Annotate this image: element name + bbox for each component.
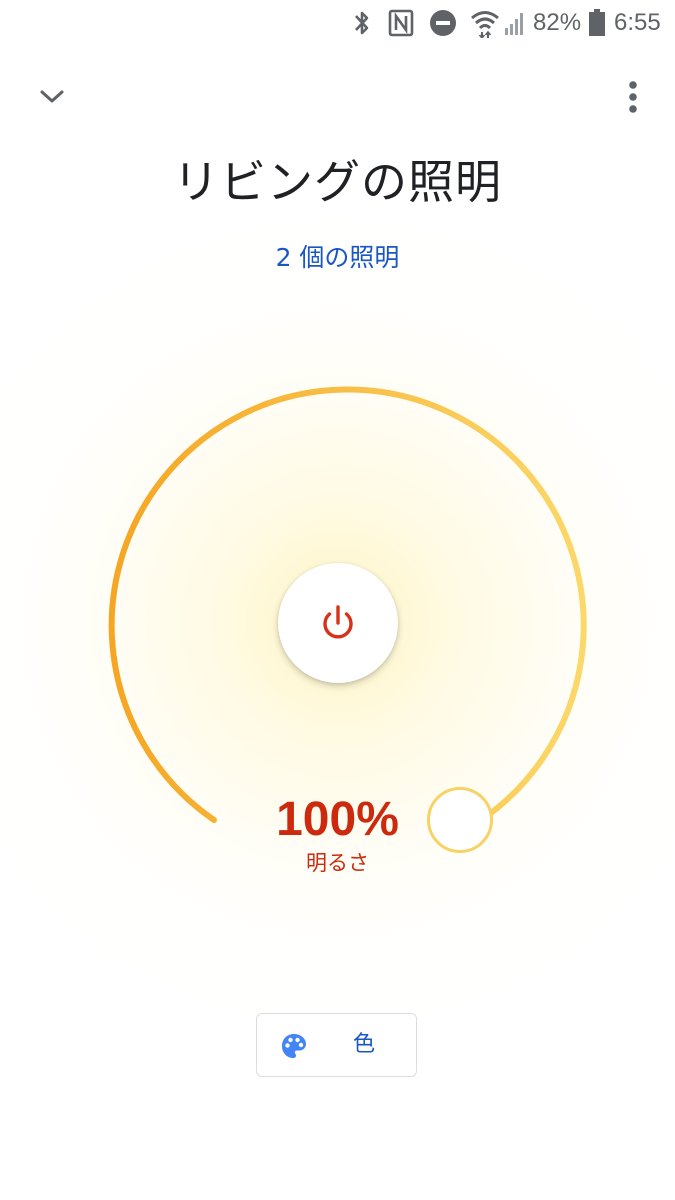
- color-button[interactable]: 色: [256, 1013, 417, 1077]
- brightness-value: 100%: [276, 793, 399, 846]
- power-button[interactable]: [278, 563, 398, 683]
- brightness-label: 明るさ: [306, 851, 369, 875]
- color-button-label: 色: [353, 1032, 376, 1057]
- power-icon: [323, 605, 353, 639]
- palette-icon: [282, 1034, 306, 1058]
- light-control-screen: 82% 6:55 リビングの照明 2 個の照明 100% 明るさ 色: [0, 0, 675, 1200]
